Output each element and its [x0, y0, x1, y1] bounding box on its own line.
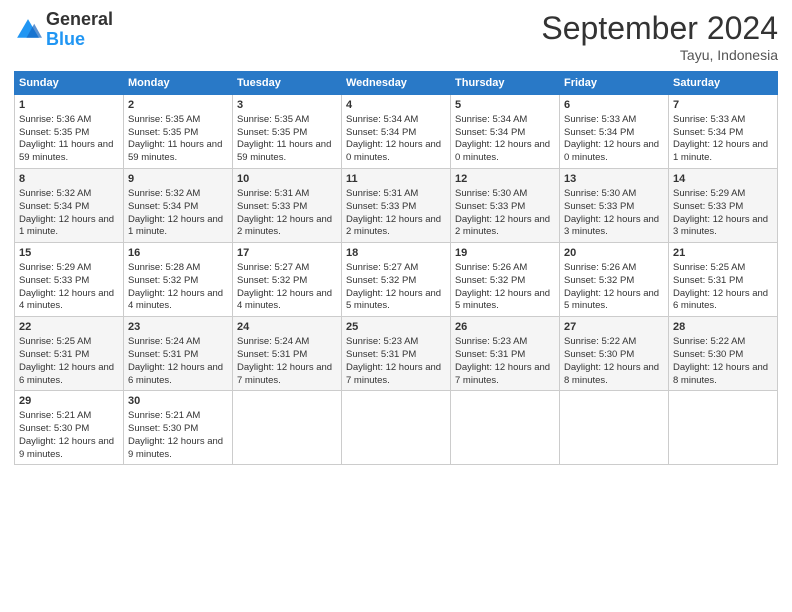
table-row: 1Sunrise: 5:36 AMSunset: 5:35 PMDaylight…	[15, 95, 124, 169]
calendar-header-row: Sunday Monday Tuesday Wednesday Thursday…	[15, 72, 778, 95]
table-row	[560, 391, 669, 465]
table-row: 6Sunrise: 5:33 AMSunset: 5:34 PMDaylight…	[560, 95, 669, 169]
col-friday: Friday	[560, 72, 669, 95]
col-wednesday: Wednesday	[342, 72, 451, 95]
logo-text: General Blue	[46, 10, 113, 50]
logo: General Blue	[14, 10, 113, 50]
table-row: 19Sunrise: 5:26 AMSunset: 5:32 PMDayligh…	[451, 243, 560, 317]
table-row	[451, 391, 560, 465]
table-row: 25Sunrise: 5:23 AMSunset: 5:31 PMDayligh…	[342, 317, 451, 391]
table-row: 30Sunrise: 5:21 AMSunset: 5:30 PMDayligh…	[124, 391, 233, 465]
col-thursday: Thursday	[451, 72, 560, 95]
location-title: Tayu, Indonesia	[541, 47, 778, 63]
table-row: 21Sunrise: 5:25 AMSunset: 5:31 PMDayligh…	[669, 243, 778, 317]
table-row: 7Sunrise: 5:33 AMSunset: 5:34 PMDaylight…	[669, 95, 778, 169]
title-block: September 2024 Tayu, Indonesia	[541, 10, 778, 63]
table-row: 2Sunrise: 5:35 AMSunset: 5:35 PMDaylight…	[124, 95, 233, 169]
month-title: September 2024	[541, 10, 778, 47]
table-row	[233, 391, 342, 465]
table-row: 28Sunrise: 5:22 AMSunset: 5:30 PMDayligh…	[669, 317, 778, 391]
col-saturday: Saturday	[669, 72, 778, 95]
table-row: 4Sunrise: 5:34 AMSunset: 5:34 PMDaylight…	[342, 95, 451, 169]
col-monday: Monday	[124, 72, 233, 95]
header: General Blue September 2024 Tayu, Indone…	[14, 10, 778, 63]
col-sunday: Sunday	[15, 72, 124, 95]
table-row: 5Sunrise: 5:34 AMSunset: 5:34 PMDaylight…	[451, 95, 560, 169]
table-row: 8Sunrise: 5:32 AMSunset: 5:34 PMDaylight…	[15, 169, 124, 243]
table-row: 11Sunrise: 5:31 AMSunset: 5:33 PMDayligh…	[342, 169, 451, 243]
table-row: 24Sunrise: 5:24 AMSunset: 5:31 PMDayligh…	[233, 317, 342, 391]
table-row: 3Sunrise: 5:35 AMSunset: 5:35 PMDaylight…	[233, 95, 342, 169]
table-row	[342, 391, 451, 465]
table-row: 15Sunrise: 5:29 AMSunset: 5:33 PMDayligh…	[15, 243, 124, 317]
table-row	[669, 391, 778, 465]
page: General Blue September 2024 Tayu, Indone…	[0, 0, 792, 612]
table-row: 27Sunrise: 5:22 AMSunset: 5:30 PMDayligh…	[560, 317, 669, 391]
table-row: 23Sunrise: 5:24 AMSunset: 5:31 PMDayligh…	[124, 317, 233, 391]
table-row: 13Sunrise: 5:30 AMSunset: 5:33 PMDayligh…	[560, 169, 669, 243]
col-tuesday: Tuesday	[233, 72, 342, 95]
table-row: 26Sunrise: 5:23 AMSunset: 5:31 PMDayligh…	[451, 317, 560, 391]
table-row: 10Sunrise: 5:31 AMSunset: 5:33 PMDayligh…	[233, 169, 342, 243]
table-row: 16Sunrise: 5:28 AMSunset: 5:32 PMDayligh…	[124, 243, 233, 317]
table-row: 22Sunrise: 5:25 AMSunset: 5:31 PMDayligh…	[15, 317, 124, 391]
logo-icon	[14, 16, 42, 44]
table-row: 17Sunrise: 5:27 AMSunset: 5:32 PMDayligh…	[233, 243, 342, 317]
table-row: 29Sunrise: 5:21 AMSunset: 5:30 PMDayligh…	[15, 391, 124, 465]
table-row: 18Sunrise: 5:27 AMSunset: 5:32 PMDayligh…	[342, 243, 451, 317]
table-row: 12Sunrise: 5:30 AMSunset: 5:33 PMDayligh…	[451, 169, 560, 243]
table-row: 20Sunrise: 5:26 AMSunset: 5:32 PMDayligh…	[560, 243, 669, 317]
table-row: 14Sunrise: 5:29 AMSunset: 5:33 PMDayligh…	[669, 169, 778, 243]
table-row: 9Sunrise: 5:32 AMSunset: 5:34 PMDaylight…	[124, 169, 233, 243]
calendar-table: Sunday Monday Tuesday Wednesday Thursday…	[14, 71, 778, 465]
